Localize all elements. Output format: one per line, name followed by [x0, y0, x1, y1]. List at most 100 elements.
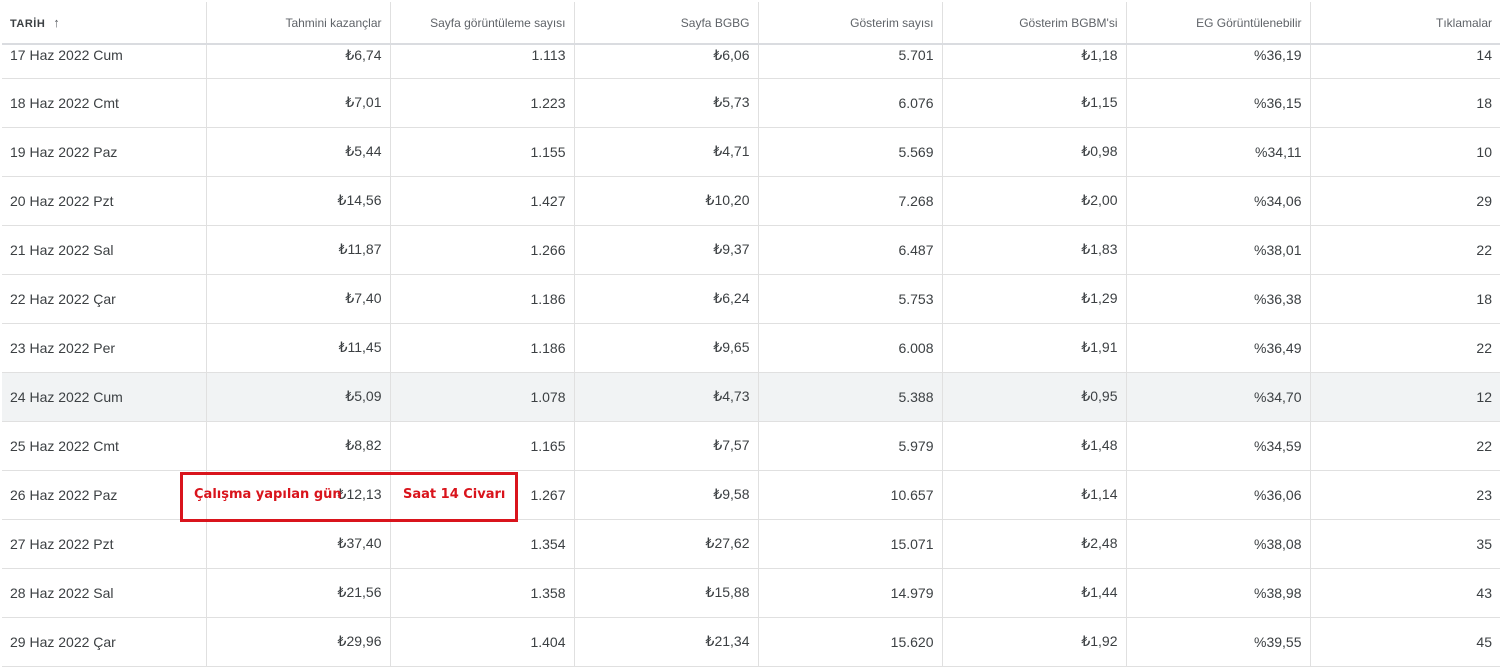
- cell-date: 25 Haz 2022 Cmt: [2, 421, 207, 471]
- cell-clicks: 29: [1310, 176, 1500, 226]
- cell-impression-rpm: ₺2,00: [942, 176, 1127, 226]
- column-header-earnings[interactable]: Tahmini kazançlar: [206, 2, 391, 45]
- cell-pageviews: 1.354: [390, 519, 575, 569]
- cell-pageviews: 1.266: [390, 225, 575, 275]
- cell-clicks: 10: [1310, 127, 1500, 177]
- cell-date: 17 Haz 2022 Cum: [2, 44, 207, 79]
- table-body: 17 Haz 2022 Cum ₺6,74 1.113 ₺6,06 5.701 ₺1,18…: [2, 44, 1500, 667]
- table-row[interactable]: 21 Haz 2022 Sal ₺11,87 1.266 ₺9,37 6.487 ₺1,8…: [2, 225, 1500, 275]
- cell-earnings: ₺7,40: [206, 274, 391, 324]
- cell-impression-rpm: ₺2,48: [942, 519, 1127, 569]
- cell-impressions: 5.569: [758, 127, 943, 177]
- table-row[interactable]: 24 Haz 2022 Cum ₺5,09 1.078 ₺4,73 5.388 ₺0,95…: [2, 372, 1500, 422]
- annotation-label-time: Saat 14 Civarı: [403, 487, 506, 502]
- cell-impression-rpm: ₺1,29: [942, 274, 1127, 324]
- column-header-page-rpm[interactable]: Sayfa BGBG: [574, 2, 759, 45]
- cell-clicks: 22: [1310, 323, 1500, 373]
- cell-date: 23 Haz 2022 Per: [2, 323, 207, 373]
- cell-pageviews: 1.078: [390, 372, 575, 422]
- table-row[interactable]: 29 Haz 2022 Çar ₺29,96 1.404 ₺21,34 15.620 ₺1…: [2, 617, 1500, 667]
- cell-viewable: %38,98: [1126, 568, 1311, 618]
- cell-impression-rpm: ₺1,18: [942, 44, 1127, 79]
- cell-page-rpm: ₺6,24: [574, 274, 759, 324]
- cell-viewable: %36,15: [1126, 78, 1311, 128]
- cell-pageviews: 1.113: [390, 44, 575, 79]
- cell-viewable: %36,19: [1126, 44, 1311, 79]
- cell-impressions: 5.979: [758, 421, 943, 471]
- cell-earnings: ₺11,87: [206, 225, 391, 275]
- cell-pageviews: 1.165: [390, 421, 575, 471]
- cell-page-rpm: ₺6,06: [574, 44, 759, 79]
- cell-earnings: ₺29,96: [206, 617, 391, 667]
- cell-pageviews: 1.155: [390, 127, 575, 177]
- cell-date: 20 Haz 2022 Pzt: [2, 176, 207, 226]
- cell-impressions: 7.268: [758, 176, 943, 226]
- cell-earnings: ₺5,09: [206, 372, 391, 422]
- table-row[interactable]: 19 Haz 2022 Paz ₺5,44 1.155 ₺4,71 5.569 ₺0,98…: [2, 127, 1500, 177]
- cell-pageviews: 1.404: [390, 617, 575, 667]
- cell-impression-rpm: ₺1,15: [942, 78, 1127, 128]
- cell-viewable: %34,70: [1126, 372, 1311, 422]
- column-header-viewable[interactable]: EG Görüntülenebilir: [1126, 2, 1311, 45]
- cell-viewable: %34,59: [1126, 421, 1311, 471]
- table-row[interactable]: 23 Haz 2022 Per ₺11,45 1.186 ₺9,65 6.008 ₺1,9…: [2, 323, 1500, 373]
- cell-impressions: 14.979: [758, 568, 943, 618]
- arrow-up-icon[interactable]: ↑: [53, 15, 60, 30]
- table-row[interactable]: 18 Haz 2022 Cmt ₺7,01 1.223 ₺5,73 6.076 ₺1,15…: [2, 78, 1500, 128]
- table-row[interactable]: 20 Haz 2022 Pzt ₺14,56 1.427 ₺10,20 7.268 ₺2,…: [2, 176, 1500, 226]
- cell-viewable: %36,49: [1126, 323, 1311, 373]
- cell-pageviews: 1.186: [390, 323, 575, 373]
- cell-clicks: 45: [1310, 617, 1500, 667]
- table-row[interactable]: 22 Haz 2022 Çar ₺7,40 1.186 ₺6,24 5.753 ₺1,29…: [2, 274, 1500, 324]
- cell-pageviews: 1.186: [390, 274, 575, 324]
- cell-date: 29 Haz 2022 Çar: [2, 617, 207, 667]
- cell-date: 28 Haz 2022 Sal: [2, 568, 207, 618]
- cell-date: 24 Haz 2022 Cum: [2, 372, 207, 422]
- cell-impression-rpm: ₺1,48: [942, 421, 1127, 471]
- cell-clicks: 12: [1310, 372, 1500, 422]
- column-header-clicks[interactable]: Tıklamalar: [1310, 2, 1500, 45]
- cell-viewable: %39,55: [1126, 617, 1311, 667]
- annotation-label-work-day: Çalışma yapılan gün: [194, 487, 342, 502]
- column-header-date[interactable]: TARİH ↑: [2, 2, 207, 45]
- table-row[interactable]: 28 Haz 2022 Sal ₺21,56 1.358 ₺15,88 14.979 ₺1…: [2, 568, 1500, 618]
- cell-impressions: 6.076: [758, 78, 943, 128]
- cell-clicks: 23: [1310, 470, 1500, 520]
- cell-page-rpm: ₺9,37: [574, 225, 759, 275]
- cell-earnings: ₺14,56: [206, 176, 391, 226]
- column-header-date-label: TARİH: [10, 18, 46, 30]
- cell-page-rpm: ₺9,65: [574, 323, 759, 373]
- column-header-pageviews[interactable]: Sayfa görüntüleme sayısı: [390, 2, 575, 45]
- cell-date: 26 Haz 2022 Paz: [2, 470, 207, 520]
- table-row[interactable]: 25 Haz 2022 Cmt ₺8,82 1.165 ₺7,57 5.979 ₺1,48…: [2, 421, 1500, 471]
- report-table-view: TARİH ↑ Tahmini kazançlar Sayfa görüntüle…: [0, 0, 1502, 669]
- cell-impressions: 5.701: [758, 44, 943, 79]
- cell-impression-rpm: ₺1,44: [942, 568, 1127, 618]
- cell-clicks: 18: [1310, 78, 1500, 128]
- cell-clicks: 14: [1310, 44, 1500, 79]
- cell-impression-rpm: ₺1,14: [942, 470, 1127, 520]
- cell-viewable: %36,06: [1126, 470, 1311, 520]
- column-header-impressions[interactable]: Gösterim sayısı: [758, 2, 943, 45]
- cell-impression-rpm: ₺1,92: [942, 617, 1127, 667]
- cell-clicks: 18: [1310, 274, 1500, 324]
- cell-impressions: 5.388: [758, 372, 943, 422]
- cell-date: 27 Haz 2022 Pzt: [2, 519, 207, 569]
- cell-pageviews: 1.427: [390, 176, 575, 226]
- cell-page-rpm: ₺10,20: [574, 176, 759, 226]
- cell-impressions: 5.753: [758, 274, 943, 324]
- cell-impressions: 6.008: [758, 323, 943, 373]
- cell-viewable: %36,38: [1126, 274, 1311, 324]
- cell-viewable: %34,06: [1126, 176, 1311, 226]
- cell-impressions: 15.620: [758, 617, 943, 667]
- cell-page-rpm: ₺15,88: [574, 568, 759, 618]
- cell-page-rpm: ₺4,71: [574, 127, 759, 177]
- column-header-impression-rpm[interactable]: Gösterim BGBM'si: [942, 2, 1127, 45]
- cell-date: 19 Haz 2022 Paz: [2, 127, 207, 177]
- cell-viewable: %34,11: [1126, 127, 1311, 177]
- table-row[interactable]: 27 Haz 2022 Pzt ₺37,40 1.354 ₺27,62 15.071 ₺2…: [2, 519, 1500, 569]
- cell-impression-rpm: ₺0,95: [942, 372, 1127, 422]
- table-row[interactable]: 17 Haz 2022 Cum ₺6,74 1.113 ₺6,06 5.701 ₺1,18…: [2, 44, 1500, 79]
- cell-impression-rpm: ₺0,98: [942, 127, 1127, 177]
- cell-impressions: 10.657: [758, 470, 943, 520]
